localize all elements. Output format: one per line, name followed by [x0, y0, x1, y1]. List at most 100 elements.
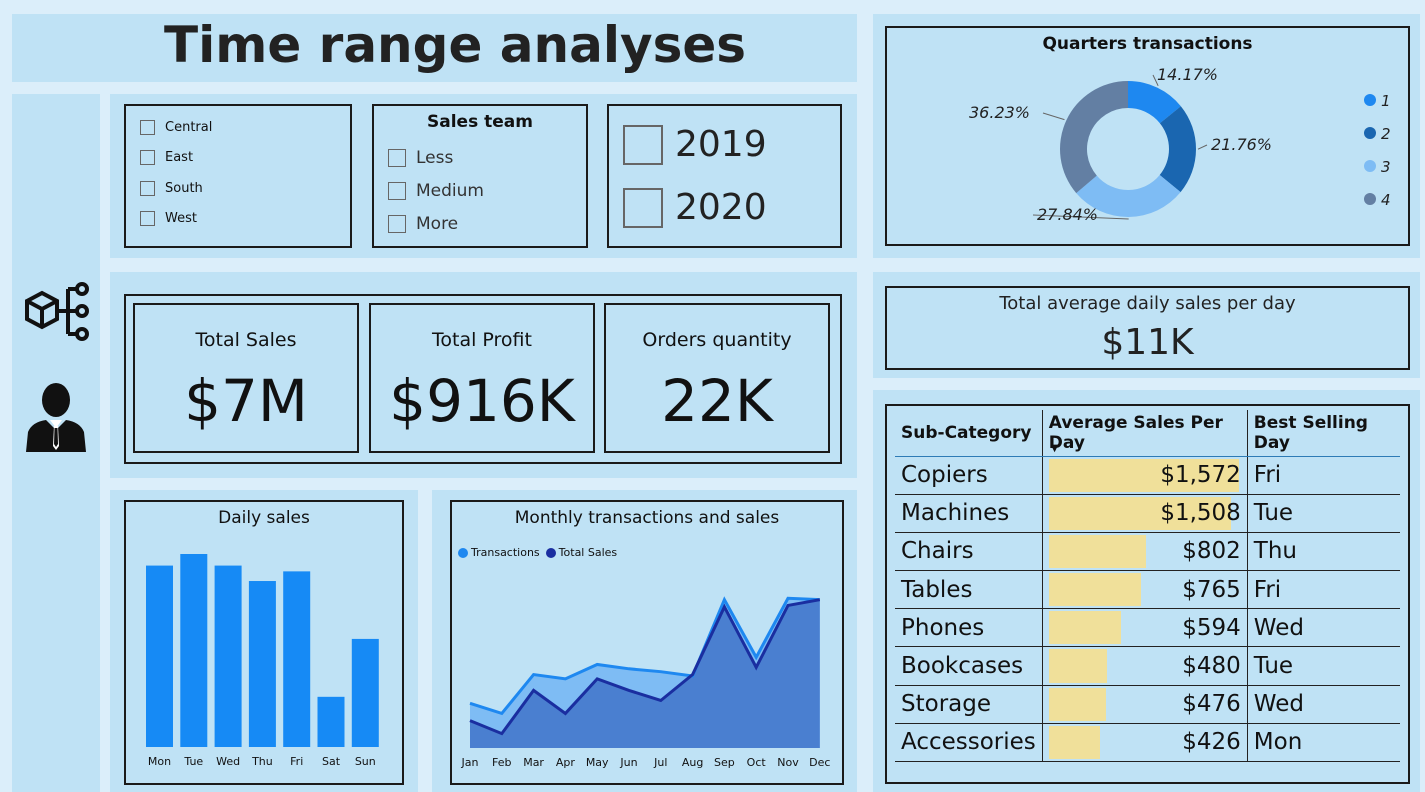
table-row[interactable]: Tables $765 Fri: [895, 570, 1400, 610]
sort-desc-icon[interactable]: ▼: [1051, 443, 1059, 454]
kpi-frame: Total Sales $7M Total Profit $916K Order…: [124, 294, 842, 464]
avg-sales-value: $1,572: [1160, 462, 1241, 489]
daily-bar[interactable]: [283, 571, 311, 747]
quarters-chart: Quarters transactions 14.17% 21.76% 27.84%…: [885, 26, 1410, 246]
checkbox[interactable]: [623, 124, 663, 165]
header-best-day[interactable]: Best Selling Day: [1247, 410, 1400, 457]
checkbox[interactable]: [388, 215, 406, 233]
donut-slice[interactable]: [1159, 106, 1196, 193]
daily-bar[interactable]: [146, 565, 173, 747]
year-filter: 2019 2020: [607, 104, 842, 248]
avg-sales-bar: [1048, 534, 1146, 569]
page-title: Time range analyses: [164, 16, 747, 74]
checkbox[interactable]: [140, 150, 155, 165]
sales-team-option[interactable]: More: [388, 214, 458, 234]
avg-daily-card: Total average daily sales per day $11K: [885, 286, 1410, 370]
leader-line: [1042, 112, 1065, 121]
avg-sales-bar: [1048, 649, 1107, 683]
daily-bar[interactable]: [351, 638, 379, 747]
region-option[interactable]: South: [140, 181, 203, 196]
table-row[interactable]: Accessories $426 Mon: [895, 723, 1400, 763]
avg-sales-cell: $765: [1042, 570, 1248, 610]
monthly-chart: Monthly transactions and sales Transacti…: [450, 500, 844, 785]
table-row[interactable]: Phones $594 Wed: [895, 608, 1400, 648]
x-tick-label: Nov: [777, 756, 799, 769]
subcategory-name: Accessories: [895, 723, 1043, 763]
kpi-label: Orders quantity: [642, 329, 792, 351]
checkbox[interactable]: [140, 181, 155, 196]
checkbox[interactable]: [388, 149, 406, 167]
donut-slice[interactable]: [1060, 81, 1128, 194]
header-average-sales[interactable]: Average Sales Per Day ▼: [1042, 410, 1248, 457]
x-tick-label: Thu: [251, 755, 273, 768]
year-option[interactable]: 2019: [623, 124, 767, 165]
table-row[interactable]: Chairs $802 Thu: [895, 532, 1400, 572]
x-tick-label: Mon: [148, 755, 171, 768]
legend-label[interactable]: 1: [1381, 92, 1391, 110]
kpi-value: $916K: [389, 367, 575, 435]
x-tick-label: Mar: [523, 756, 544, 769]
subcategory-table-frame: Sub-Category Average Sales Per Day ▼ Bes…: [885, 404, 1410, 784]
avg-daily-panel: Total average daily sales per day $11K: [873, 272, 1420, 378]
avg-daily-value: $11K: [1101, 322, 1194, 363]
avg-sales-cell: $802: [1042, 532, 1248, 572]
subcategory-panel: Sub-Category Average Sales Per Day ▼ Bes…: [873, 390, 1420, 792]
monthly-plot: Jan Feb Mar Apr May Jun Jul Aug Sep Oct Nov Dec: [461, 596, 830, 769]
x-tick-label: Aug: [682, 756, 703, 769]
quarters-panel: Quarters transactions 14.17% 21.76% 27.84%…: [873, 14, 1420, 258]
table-row[interactable]: Bookcases $480 Tue: [895, 646, 1400, 686]
x-tick-label: Jan: [461, 756, 479, 769]
avg-sales-cell: $1,572: [1042, 456, 1248, 495]
kpi-card-total-sales: Total Sales $7M: [133, 303, 359, 453]
region-option[interactable]: Central: [140, 120, 212, 135]
avg-sales-bar: [1048, 725, 1101, 759]
x-tick-label: Sep: [714, 756, 735, 769]
table-row[interactable]: Copiers $1,572 Fri: [895, 456, 1400, 495]
subcategory-name: Tables: [895, 570, 1043, 610]
user-icon[interactable]: [24, 380, 88, 452]
sales-team-option[interactable]: Medium: [388, 181, 484, 201]
region-option[interactable]: West: [140, 211, 197, 226]
region-option[interactable]: East: [140, 150, 193, 165]
avg-sales-value: $802: [1182, 538, 1241, 565]
avg-sales-value: $765: [1182, 576, 1241, 603]
legend-label[interactable]: 4: [1381, 191, 1391, 209]
checkbox[interactable]: [140, 120, 155, 135]
legend-label[interactable]: 2: [1381, 125, 1391, 143]
best-day: Wed: [1247, 608, 1400, 648]
daily-bar[interactable]: [317, 696, 345, 747]
x-tick-label: Feb: [492, 756, 511, 769]
legend-dot: [1364, 127, 1376, 139]
best-day: Tue: [1247, 494, 1400, 533]
checkbox[interactable]: [623, 187, 663, 228]
slice-label: 21.76%: [1211, 135, 1272, 154]
best-day: Fri: [1247, 570, 1400, 610]
x-tick-label: Apr: [556, 756, 576, 769]
avg-sales-bar: [1048, 573, 1142, 607]
avg-sales-value: $594: [1182, 614, 1241, 641]
legend-dot: [1364, 160, 1376, 172]
header-subcategory[interactable]: Sub-Category: [895, 410, 1043, 457]
daily-bar[interactable]: [180, 554, 208, 747]
checkbox[interactable]: [388, 182, 406, 200]
kpi-card-total-profit: Total Profit $916K: [369, 303, 595, 453]
avg-daily-label: Total average daily sales per day: [999, 293, 1296, 314]
table-row[interactable]: Machines $1,508 Tue: [895, 494, 1400, 533]
legend-label[interactable]: 3: [1381, 158, 1391, 176]
hierarchy-icon[interactable]: [22, 279, 92, 349]
daily-bar[interactable]: [248, 581, 276, 747]
x-tick-label: Sun: [355, 755, 376, 768]
subcategory-name: Bookcases: [895, 646, 1043, 686]
daily-bar[interactable]: [214, 565, 242, 747]
table-row[interactable]: Storage $476 Wed: [895, 685, 1400, 724]
slice-label: 14.17%: [1157, 65, 1218, 84]
avg-sales-cell: $480: [1042, 646, 1248, 686]
x-tick-label: Oct: [747, 756, 767, 769]
checkbox[interactable]: [140, 211, 155, 226]
kpi-panel: Total Sales $7M Total Profit $916K Order…: [110, 272, 857, 478]
sales-team-option[interactable]: Less: [388, 148, 453, 168]
subcategory-name: Copiers: [895, 456, 1043, 495]
daily-sales-chart: Daily sales Mon Tue Wed Thu Fri Sat Sun: [124, 500, 404, 785]
year-option[interactable]: 2020: [623, 187, 767, 228]
x-tick-label: Fri: [290, 755, 303, 768]
